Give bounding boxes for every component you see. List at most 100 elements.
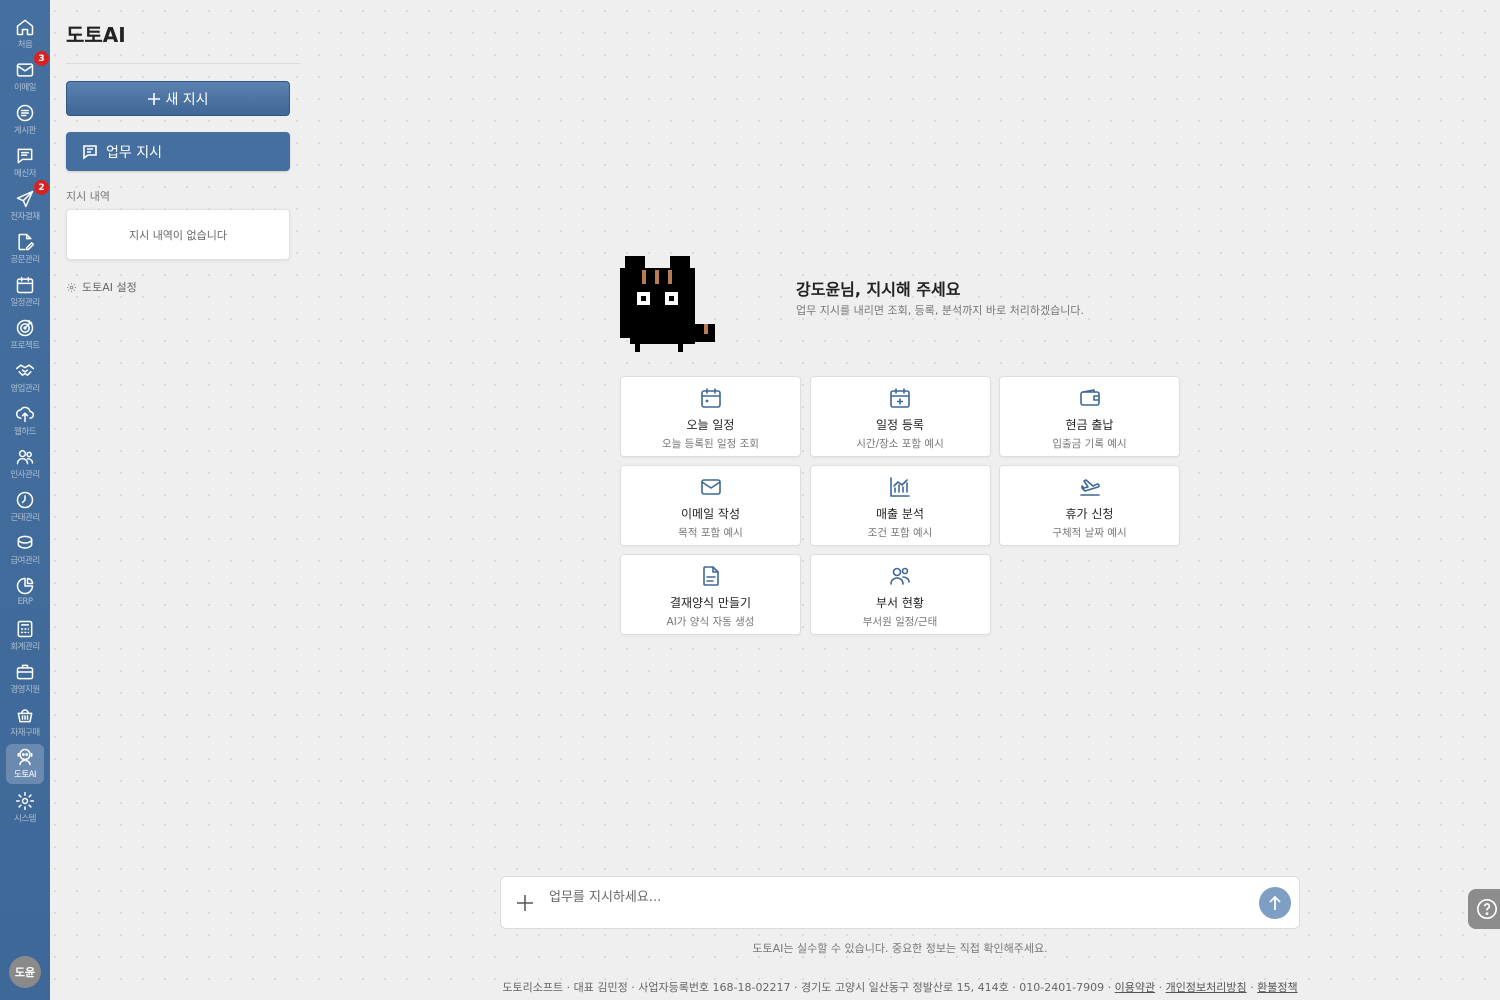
nav-label: 인사관리 bbox=[10, 470, 40, 480]
pixel-cat-mascot bbox=[620, 256, 715, 352]
nav-hr[interactable]: 인사관리 bbox=[6, 444, 44, 484]
board-icon bbox=[16, 104, 34, 122]
nav-board[interactable]: 게시판 bbox=[6, 100, 44, 140]
new-instruction-button[interactable]: 새 지시 bbox=[66, 81, 290, 116]
nav-accounting[interactable]: 회계관리 bbox=[6, 616, 44, 656]
task-instruction-label: 업무 지시 bbox=[106, 144, 162, 161]
card-subtitle: 입출금 기록 예시 bbox=[1052, 438, 1127, 450]
coins-icon bbox=[17, 535, 33, 549]
instruction-input[interactable] bbox=[549, 877, 1259, 918]
nav-project[interactable]: 프로젝트 bbox=[6, 315, 44, 355]
people-icon bbox=[16, 450, 34, 465]
company-footer: 도토리소프트 · 대표 김민정 · 사업자등록번호 168-18-02217 ·… bbox=[502, 981, 1298, 994]
card-title: 부서 현황 bbox=[876, 596, 924, 610]
card-leave-request[interactable]: 휴가 신청 구체적 날짜 예시 bbox=[999, 465, 1180, 546]
nav-erp[interactable]: ERP bbox=[6, 573, 44, 613]
history-empty-text: 지시 내역이 없습니다 bbox=[128, 228, 228, 242]
unread-badge: 3 bbox=[34, 51, 49, 66]
gear-icon bbox=[66, 282, 77, 292]
card-title: 오늘 일정 bbox=[686, 418, 735, 432]
arrow-up-icon bbox=[1269, 895, 1281, 910]
pending-badge: 2 bbox=[34, 180, 49, 195]
attach-button[interactable] bbox=[501, 876, 549, 929]
calendar-plus-icon bbox=[890, 388, 910, 408]
card-department-status[interactable]: 부서 현황 부서원 일정/근태 bbox=[809, 554, 991, 635]
nav-home[interactable]: 처음 bbox=[6, 14, 44, 54]
file-icon bbox=[702, 566, 719, 586]
nav-label: 전자결재 bbox=[10, 212, 40, 222]
quick-action-grid: 오늘 일정 오늘 등록된 일정 조회 일정 등록 시간/장소 포함 예시 현금 … bbox=[620, 376, 1180, 635]
card-title: 결재양식 만들기 bbox=[669, 596, 752, 610]
nav-payroll[interactable]: 급여관리 bbox=[6, 530, 44, 570]
nav-dotoai[interactable]: 도토AI bbox=[6, 744, 44, 784]
card-sales-analysis[interactable]: 매출 분석 조건 포함 예시 bbox=[809, 465, 991, 546]
calculator-icon bbox=[17, 620, 33, 638]
card-title: 이메일 작성 bbox=[680, 507, 740, 521]
gear-icon bbox=[15, 791, 35, 811]
briefcase-icon bbox=[16, 664, 34, 680]
question-icon bbox=[1477, 899, 1497, 919]
terms-link[interactable]: 이용약관 bbox=[1115, 981, 1155, 994]
nav-label: 프로젝트 bbox=[10, 341, 40, 351]
card-subtitle: 조건 포함 예시 bbox=[867, 527, 933, 539]
card-subtitle: 시간/장소 포함 예시 bbox=[856, 438, 944, 450]
target-icon bbox=[16, 319, 34, 337]
plus-icon bbox=[148, 92, 161, 105]
history-empty-state: 지시 내역이 없습니다 bbox=[66, 209, 290, 260]
help-button[interactable] bbox=[1468, 889, 1500, 929]
plus-icon bbox=[517, 894, 533, 911]
nav-label: 메신저 bbox=[14, 169, 36, 179]
card-compose-email[interactable]: 이메일 작성 목적 포함 예시 bbox=[620, 465, 801, 546]
card-title: 일정 등록 bbox=[876, 418, 924, 432]
card-subtitle: 목적 포함 예시 bbox=[678, 527, 743, 539]
ai-settings-link[interactable]: 도토AI 설정 bbox=[66, 279, 137, 295]
nav-label: ERP bbox=[17, 597, 33, 607]
handshake-icon bbox=[15, 364, 35, 376]
greeting-title: 강도윤님, 지시해 주세요 bbox=[796, 280, 961, 299]
card-create-approval-form[interactable]: 결재양식 만들기 AI가 양식 자동 생성 bbox=[620, 554, 801, 635]
ai-settings-label: 도토AI 설정 bbox=[82, 281, 137, 294]
nav-label: 경영지원 bbox=[10, 685, 40, 695]
new-instruction-label: 새 지시 bbox=[165, 91, 209, 108]
calendar-icon bbox=[700, 388, 721, 408]
nav-management[interactable]: 경영지원 bbox=[6, 659, 44, 699]
card-today-schedule[interactable]: 오늘 일정 오늘 등록된 일정 조회 bbox=[620, 376, 801, 457]
nav-label: 처음 bbox=[17, 40, 33, 50]
company-info: 도토리소프트 · 대표 김민정 · 사업자등록번호 168-18-02217 ·… bbox=[502, 981, 1115, 994]
nav-label: 웹하드 bbox=[14, 427, 36, 437]
card-cash-flow[interactable]: 현금 출납 입출금 기록 예시 bbox=[999, 376, 1180, 457]
nav-purchasing[interactable]: 자재구매 bbox=[6, 702, 44, 742]
user-avatar[interactable]: 도윤 bbox=[9, 956, 41, 988]
cloud-upload-icon bbox=[15, 406, 34, 423]
chart-icon bbox=[890, 477, 910, 497]
card-title: 현금 출납 bbox=[1065, 418, 1114, 432]
nav-sales[interactable]: 영업관리 bbox=[6, 358, 44, 398]
users-icon bbox=[890, 567, 910, 585]
page-title: 도토AI bbox=[66, 23, 126, 47]
refund-link[interactable]: 환불정책 bbox=[1257, 981, 1297, 994]
nav-label: 도토AI bbox=[14, 770, 36, 780]
task-instruction-button[interactable]: 업무 지시 bbox=[66, 132, 290, 171]
nav-email[interactable]: 이메일 3 bbox=[6, 51, 49, 97]
nav-label: 시스템 bbox=[14, 814, 36, 824]
card-title: 매출 분석 bbox=[876, 507, 924, 521]
app-nav-rail: 처음 이메일 3 게시판 메신저 전자결재 2 공문관리 일정관리 프로젝트 영… bbox=[0, 0, 50, 1000]
privacy-link[interactable]: 개인정보처리방침 bbox=[1166, 981, 1247, 994]
instruction-composer bbox=[500, 876, 1300, 929]
nav-official-docs[interactable]: 공문관리 bbox=[6, 229, 44, 269]
nav-attendance[interactable]: 근태관리 bbox=[6, 487, 44, 527]
nav-approval[interactable]: 전자결재 2 bbox=[6, 180, 49, 226]
card-add-schedule[interactable]: 일정 등록 시간/장소 포함 예시 bbox=[809, 376, 991, 457]
send-button[interactable] bbox=[1259, 886, 1291, 919]
history-heading: 지시 내역 bbox=[66, 190, 110, 203]
nav-webhard[interactable]: 웹하드 bbox=[6, 401, 44, 441]
nav-system[interactable]: 시스템 bbox=[6, 788, 44, 828]
clock-icon bbox=[16, 491, 34, 509]
nav-messenger[interactable]: 메신저 bbox=[6, 143, 44, 183]
home-icon bbox=[16, 19, 34, 36]
ai-disclaimer: 도토AI는 실수할 수 있습니다. 중요한 정보는 직접 확인해주세요. bbox=[752, 942, 1048, 955]
nav-label: 급여관리 bbox=[10, 556, 40, 566]
nav-schedule[interactable]: 일정관리 bbox=[6, 272, 44, 312]
send-icon bbox=[16, 190, 34, 208]
pie-chart-icon bbox=[16, 577, 34, 595]
